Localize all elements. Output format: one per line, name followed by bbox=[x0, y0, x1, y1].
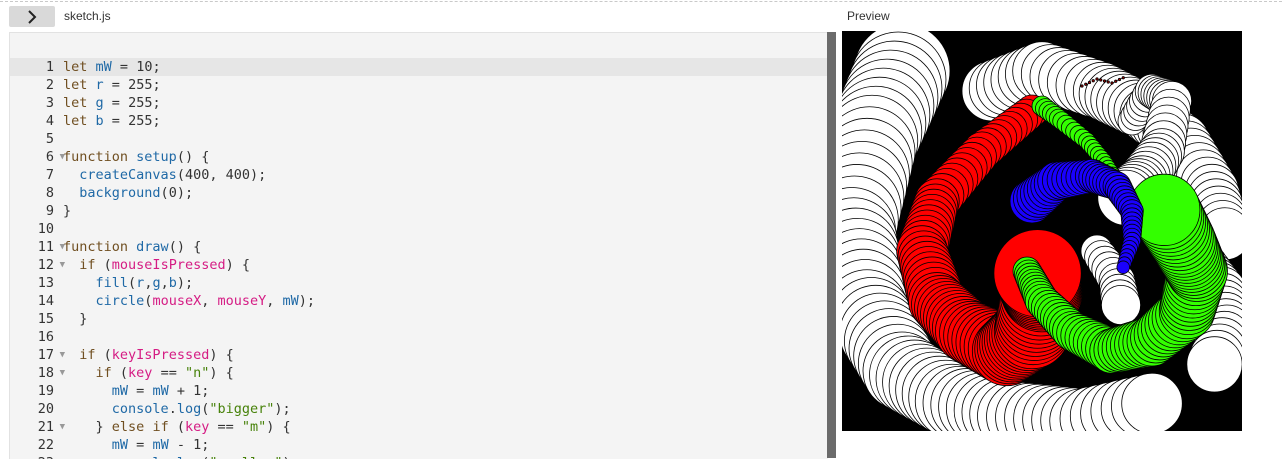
line-number: 3 bbox=[45, 95, 54, 111]
line-number: 4 bbox=[45, 113, 54, 129]
code-line[interactable]: console.log("bigger"); bbox=[63, 400, 315, 418]
red-scribble bbox=[1095, 77, 1099, 81]
code-line[interactable]: mW = mW + 1; bbox=[63, 382, 315, 400]
code-line[interactable]: createCanvas(400, 400); bbox=[63, 166, 315, 184]
line-number: 12 ▼ bbox=[37, 257, 65, 273]
code-line[interactable]: if (keyIsPressed) { bbox=[63, 346, 315, 364]
line-number: 2 bbox=[45, 77, 54, 93]
red-scribble bbox=[1087, 80, 1092, 85]
line-number: 9 bbox=[45, 203, 54, 219]
red-scribble bbox=[1099, 78, 1103, 82]
line-number: 21 ▼ bbox=[37, 419, 65, 435]
file-name-tab[interactable]: sketch.js bbox=[64, 9, 111, 23]
code-line[interactable]: fill(r,g,b); bbox=[63, 274, 315, 292]
line-number: 6 ▼ bbox=[45, 149, 65, 165]
line-number: 1 bbox=[45, 59, 54, 75]
code-editor[interactable]: 1 2 3 4 5 6 ▼ 7 8 9 10 11 ▼ 12 ▼ 13 14 15 16 17 ▼ 18 ▼ 19 20 21 ▼ 2… bbox=[9, 32, 828, 459]
preview-canvas[interactable] bbox=[842, 31, 1242, 431]
blue-stroke bbox=[1116, 260, 1130, 274]
code-line[interactable]: let g = 255; bbox=[63, 94, 315, 112]
code-line[interactable]: function draw() { bbox=[63, 238, 315, 256]
white-stroke bbox=[1186, 336, 1242, 393]
code-line[interactable]: let r = 255; bbox=[63, 76, 315, 94]
preview-label: Preview bbox=[847, 9, 890, 23]
white-stroke bbox=[1121, 372, 1183, 431]
line-number: 19 bbox=[37, 383, 54, 399]
line-number: 22 bbox=[37, 437, 54, 453]
sidebar-toggle-button[interactable] bbox=[9, 6, 55, 27]
red-scribble bbox=[1080, 84, 1084, 88]
code-line[interactable]: } else if (key == "m") { bbox=[63, 418, 315, 436]
code-line[interactable]: console.log("smaller"); bbox=[63, 454, 315, 459]
code-line[interactable]: if (key == "n") { bbox=[63, 364, 315, 382]
line-number: 17 ▼ bbox=[37, 347, 65, 363]
line-number: 13 bbox=[37, 275, 54, 291]
red-scribble bbox=[1091, 79, 1095, 83]
line-number: 5 bbox=[45, 131, 54, 147]
code-line[interactable]: } bbox=[63, 310, 315, 328]
line-number: 7 bbox=[45, 167, 54, 183]
code-line[interactable] bbox=[63, 328, 315, 346]
line-number: 11 ▼ bbox=[37, 239, 65, 255]
chevron-right-icon bbox=[28, 9, 37, 24]
red-scribble bbox=[1106, 80, 1110, 84]
line-number: 16 bbox=[37, 329, 54, 345]
code-line[interactable]: mW = mW - 1; bbox=[63, 436, 315, 454]
code-line[interactable] bbox=[63, 130, 315, 148]
red-scribble bbox=[1121, 76, 1125, 80]
code-line[interactable]: background(0); bbox=[63, 184, 315, 202]
code-line[interactable]: let b = 255; bbox=[63, 112, 315, 130]
top-border bbox=[0, 1, 1282, 2]
line-number-gutter: 1 2 3 4 5 6 ▼ 7 8 9 10 11 ▼ 12 ▼ 13 14 15 16 17 ▼ 18 ▼ 19 20 21 ▼ 2… bbox=[10, 58, 65, 459]
red-scribble bbox=[1110, 81, 1114, 85]
code-area[interactable]: let mW = 10; let r = 255; let g = 255; let … bbox=[63, 58, 315, 459]
line-number: 14 bbox=[37, 293, 54, 309]
white-stroke bbox=[1100, 284, 1141, 325]
pane-divider[interactable] bbox=[827, 32, 836, 458]
red-scribble bbox=[1114, 79, 1118, 83]
code-line[interactable] bbox=[63, 220, 315, 238]
line-number: 23 bbox=[10, 454, 62, 459]
line-number: 20 bbox=[37, 401, 54, 417]
line-number: 8 bbox=[45, 185, 54, 201]
code-line[interactable]: let mW = 10; bbox=[63, 58, 315, 76]
code-line[interactable]: circle(mouseX, mouseY, mW); bbox=[63, 292, 316, 310]
line-number: 10 bbox=[37, 221, 54, 237]
line-number: 15 bbox=[37, 311, 54, 327]
code-line[interactable]: } bbox=[63, 202, 315, 220]
red-scribble bbox=[1117, 77, 1122, 82]
code-line[interactable]: if (mouseIsPressed) { bbox=[63, 256, 315, 274]
red-scribble bbox=[1084, 82, 1088, 86]
red-scribble bbox=[1102, 79, 1107, 83]
code-line[interactable]: function setup() { bbox=[63, 148, 315, 166]
line-number: 18 ▼ bbox=[37, 365, 65, 381]
